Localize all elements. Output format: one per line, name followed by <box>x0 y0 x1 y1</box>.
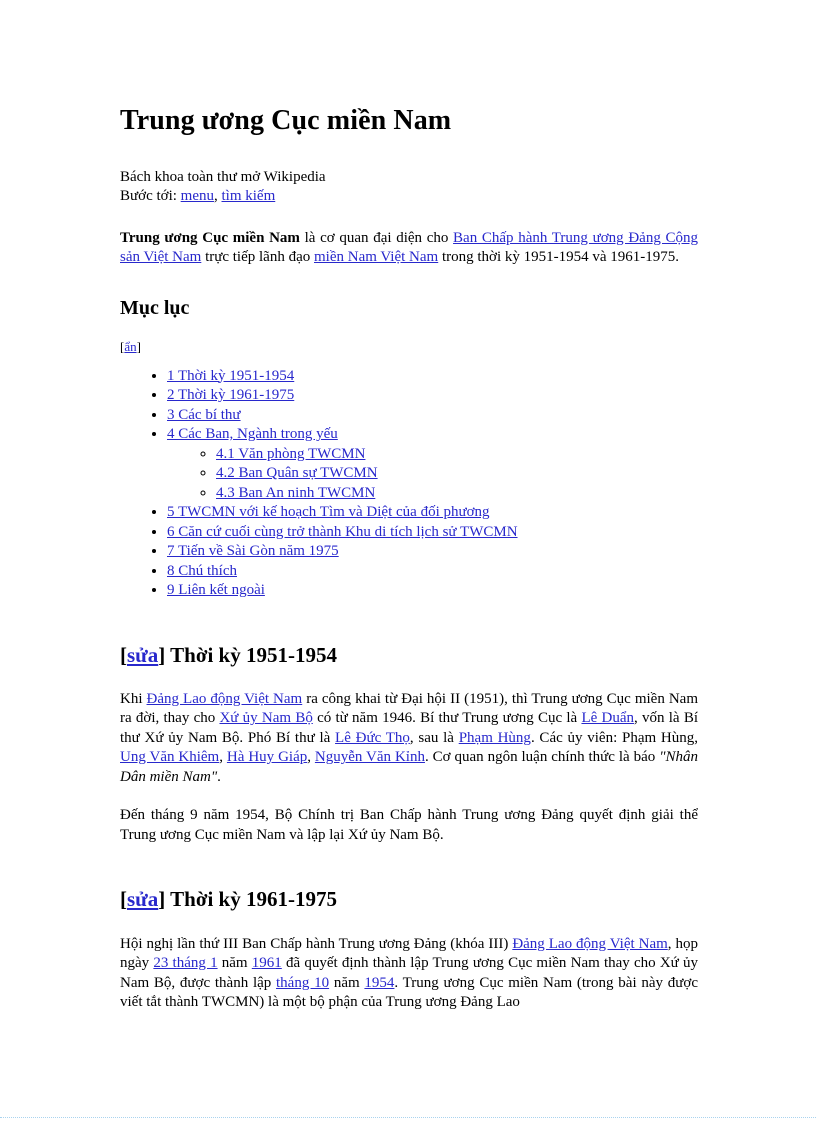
lead-bold-term: Trung ương Cục miền Nam <box>120 229 300 246</box>
tagline-text: Bách khoa toàn thư mở Wikipedia <box>120 168 326 185</box>
lead-text-1: là cơ quan đại diện cho <box>299 229 454 246</box>
edit-bracket-open: [ <box>120 642 127 667</box>
toc-link-3[interactable]: 3 Các bí thư <box>167 407 241 423</box>
link-dang-lao-dong-viet-nam[interactable]: Đảng Lao động Việt Nam <box>147 691 303 707</box>
link-year-1954[interactable]: 1954 <box>364 975 394 991</box>
page-break-separator <box>0 1117 816 1118</box>
paragraph: Đến tháng 9 năm 1954, Bộ Chính trị Ban C… <box>120 807 698 843</box>
jump-to-label: Bước tới: <box>120 187 177 204</box>
edit-section-link-1961[interactable]: sửa <box>127 887 158 911</box>
toc-link-1[interactable]: 1 Thời kỳ 1951-1954 <box>167 368 294 384</box>
lead-paragraph-wrapper: Trung ương Cục miền Nam là cơ quan đại d… <box>120 229 698 268</box>
link-dang-lao-dong-viet-nam-2[interactable]: Đảng Lao động Việt Nam <box>512 936 667 952</box>
p-text: Khi <box>120 690 147 707</box>
p-text: . Các ủy viên: Phạm Hùng, <box>530 729 698 746</box>
article-body: Trung ương Cục miền Nam Bách khoa toàn t… <box>120 0 698 1013</box>
list-item: 9 Liên kết ngoài <box>167 581 698 601</box>
list-item: 4.3 Ban An ninh TWCMN <box>216 484 698 504</box>
list-item: 1 Thời kỳ 1951-1954 <box>167 367 698 387</box>
toc-hide-link[interactable]: ẩn <box>124 339 136 354</box>
toc-link-2[interactable]: 2 Thời kỳ 1961-1975 <box>167 387 294 403</box>
list-item: 7 Tiến về Sài Gòn năm 1975 <box>167 542 698 562</box>
edit-bracket-close: ] <box>158 887 166 912</box>
list-item: 4.2 Ban Quân sự TWCMN <box>216 464 698 484</box>
p-text: năm <box>329 974 365 991</box>
link-23-thang-1[interactable]: 23 tháng 1 <box>153 955 217 971</box>
link-le-duan[interactable]: Lê Duẩn <box>581 710 634 726</box>
link-nguyen-van-kinh[interactable]: Nguyễn Văn Kỉnh <box>315 749 425 765</box>
link-pham-hung[interactable]: Phạm Hùng <box>459 730 531 746</box>
lead-link-south-vietnam[interactable]: miền Nam Việt Nam <box>314 249 438 265</box>
lead-text-3: trong thời kỳ 1951-1954 và 1961-1975. <box>438 249 680 266</box>
section-body-1951: Khi Đảng Lao động Việt Nam ra công khai … <box>120 690 698 846</box>
p-text: , sau là <box>409 729 459 746</box>
list-item: 6 Căn cứ cuối cùng trở thành Khu di tích… <box>167 523 698 543</box>
link-ung-van-khiem[interactable]: Ung Văn Khiêm <box>120 749 219 765</box>
toc-bracket-close: ] <box>136 338 141 354</box>
paragraph: Khi Đảng Lao động Việt Nam ra công khai … <box>120 690 698 788</box>
page-title: Trung ương Cục miền Nam <box>120 105 452 136</box>
paragraph: Hội nghị lần thứ III Ban Chấp hành Trung… <box>120 935 698 1013</box>
section-heading-1951: [sửa] Thời kỳ 1951-1954 <box>120 601 698 668</box>
p-text: . Cơ quan ngôn luận chính thức là báo <box>424 749 660 766</box>
toc-link-6[interactable]: 6 Căn cứ cuối cùng trở thành Khu di tích… <box>167 524 518 540</box>
toc-link-9[interactable]: 9 Liên kết ngoài <box>167 582 265 598</box>
table-of-contents-sublist: 4.1 Văn phòng TWCMN 4.2 Ban Quân sự TWCM… <box>167 445 698 504</box>
toc-toggle: [ẩn] <box>120 339 698 354</box>
toc-link-4-3[interactable]: 4.3 Ban An ninh TWCMN <box>216 485 375 501</box>
lead-paragraph: Trung ương Cục miền Nam là cơ quan đại d… <box>120 229 698 268</box>
p-text: . <box>217 768 221 785</box>
edit-section-link-1951[interactable]: sửa <box>127 643 158 667</box>
link-le-duc-tho[interactable]: Lê Đức Thọ <box>335 730 410 746</box>
edit-bracket-open: [ <box>120 887 127 912</box>
edit-bracket-close: ] <box>158 642 166 667</box>
p-text: năm <box>217 955 252 972</box>
jump-to-search-link[interactable]: tìm kiếm <box>222 188 276 204</box>
list-item: 3 Các bí thư <box>167 406 698 426</box>
toc-link-7[interactable]: 7 Tiến về Sài Gòn năm 1975 <box>167 543 339 559</box>
section-heading-1961: [sửa] Thời kỳ 1961-1975 <box>120 845 698 912</box>
lead-text-2: trực tiếp lãnh đạo <box>201 249 314 266</box>
section-body-1961: Hội nghị lần thứ III Ban Chấp hành Trung… <box>120 935 698 1013</box>
p-text: Hội nghị lần thứ III Ban Chấp hành Trung… <box>120 935 513 952</box>
toc-link-8[interactable]: 8 Chú thích <box>167 563 237 579</box>
toc-link-4-2[interactable]: 4.2 Ban Quân sự TWCMN <box>216 465 378 481</box>
list-item: 2 Thời kỳ 1961-1975 <box>167 386 698 406</box>
jump-to-menu-link[interactable]: menu <box>181 188 214 204</box>
link-ha-huy-giap[interactable]: Hà Huy Giáp <box>227 749 307 765</box>
table-of-contents: 1 Thời kỳ 1951-1954 2 Thời kỳ 1961-1975 … <box>120 367 698 601</box>
p-text: có từ năm 1946. Bí thư Trung ương Cục là <box>312 710 582 727</box>
jump-separator: , <box>214 187 218 204</box>
list-item: 5 TWCMN với kế hoạch Tìm và Diệt của đối… <box>167 503 698 523</box>
site-tagline-block: Bách khoa toàn thư mở Wikipedia Bước tới… <box>120 168 698 206</box>
section-title-1951: Thời kỳ 1951-1954 <box>170 642 337 667</box>
p-text: , <box>219 749 227 766</box>
link-xu-uy-nam-bo[interactable]: Xứ ủy Nam Bộ <box>219 710 312 726</box>
toc-link-4[interactable]: 4 Các Ban, Ngành trong yếu <box>167 426 338 442</box>
list-item: 8 Chú thích <box>167 562 698 582</box>
link-year-1961[interactable]: 1961 <box>252 955 282 971</box>
link-thang-10[interactable]: tháng 10 <box>276 975 329 991</box>
toc-link-4-1[interactable]: 4.1 Văn phòng TWCMN <box>216 446 365 462</box>
jump-to-nav: Bước tới: menu, tìm kiếm <box>120 187 698 206</box>
toc-heading: Mục lục <box>120 296 190 319</box>
list-item: 4.1 Văn phòng TWCMN <box>216 445 698 465</box>
toc-link-5[interactable]: 5 TWCMN với kế hoạch Tìm và Diệt của đối… <box>167 504 490 520</box>
list-item: 4 Các Ban, Ngành trong yếu 4.1 Văn phòng… <box>167 425 698 503</box>
section-title-1961: Thời kỳ 1961-1975 <box>170 887 337 912</box>
p-text: , <box>307 749 315 766</box>
